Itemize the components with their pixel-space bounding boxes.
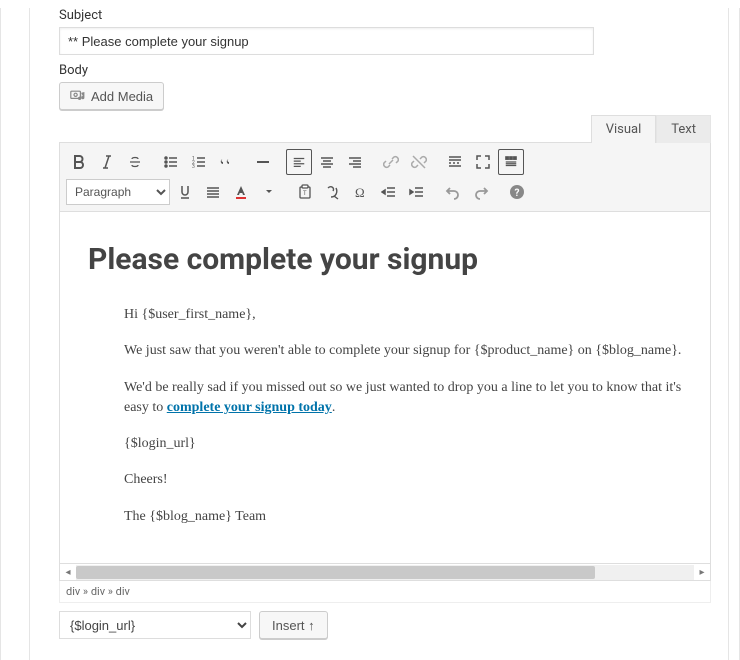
svg-text:Ω: Ω [355,185,365,200]
body-label: Body [59,63,711,78]
editor-toolbar: 123 Paragraph T Ω ? [59,143,711,212]
italic-icon[interactable] [94,149,120,175]
camera-music-icon [70,88,86,104]
underline-icon[interactable] [172,179,198,205]
align-center-icon[interactable] [314,149,340,175]
svg-text:T: T [303,190,307,197]
add-media-label: Add Media [91,89,153,104]
hr-icon[interactable] [250,149,276,175]
outdent-icon[interactable] [376,179,402,205]
bold-icon[interactable] [66,149,92,175]
numbered-list-icon[interactable]: 123 [186,149,212,175]
bullet-list-icon[interactable] [158,149,184,175]
redo-icon[interactable] [468,179,494,205]
tab-text[interactable]: Text [656,115,711,143]
editor-tabs: Visual Text [59,114,711,143]
content-paragraph[interactable]: Cheers! [124,470,682,490]
read-more-icon[interactable] [442,149,468,175]
indent-icon[interactable] [404,179,430,205]
special-char-icon[interactable]: Ω [348,179,374,205]
strikethrough-icon[interactable] [122,149,148,175]
svg-text:?: ? [515,188,520,199]
content-heading[interactable]: Please complete your signup [88,242,682,277]
tab-visual[interactable]: Visual [591,115,657,143]
scroll-right-icon[interactable]: ▸ [694,567,710,578]
text-color-icon[interactable] [228,179,254,205]
undo-icon[interactable] [440,179,466,205]
unlink-icon[interactable] [406,149,432,175]
align-justify-icon[interactable] [200,179,226,205]
subject-input[interactable] [59,27,594,55]
add-media-button[interactable]: Add Media [59,82,164,110]
fullscreen-icon[interactable] [470,149,496,175]
editor-area[interactable]: Please complete your signup Hi {$user_fi… [59,212,711,564]
align-right-icon[interactable] [342,149,368,175]
text-color-dropdown-icon[interactable] [256,179,282,205]
link-icon[interactable] [378,149,404,175]
align-left-icon[interactable] [286,149,312,175]
content-paragraph[interactable]: We just saw that you weren't able to com… [124,341,682,361]
element-path[interactable]: div » div » div [59,581,711,603]
subject-label: Subject [59,8,711,23]
format-select[interactable]: Paragraph [66,179,170,205]
blockquote-icon[interactable] [214,149,240,175]
variable-select[interactable]: {$login_url} [59,611,251,639]
insert-button[interactable]: Insert ↑ [259,611,328,639]
toolbar-toggle-icon[interactable] [498,149,524,175]
horizontal-scrollbar[interactable]: ◂ ▸ [59,564,711,581]
paste-text-icon[interactable]: T [292,179,318,205]
help-icon[interactable]: ? [504,179,530,205]
content-paragraph[interactable]: {$login_url} [124,434,682,454]
content-paragraph[interactable]: Hi {$user_first_name}, [124,305,682,325]
signup-link[interactable]: complete your signup today [167,400,332,415]
clear-formatting-icon[interactable] [320,179,346,205]
scroll-thumb[interactable] [76,566,595,579]
content-paragraph[interactable]: We'd be really sad if you missed out so … [124,378,682,419]
scroll-left-icon[interactable]: ◂ [60,567,76,578]
content-paragraph[interactable]: The {$blog_name} Team [124,507,682,527]
svg-text:3: 3 [192,164,195,170]
